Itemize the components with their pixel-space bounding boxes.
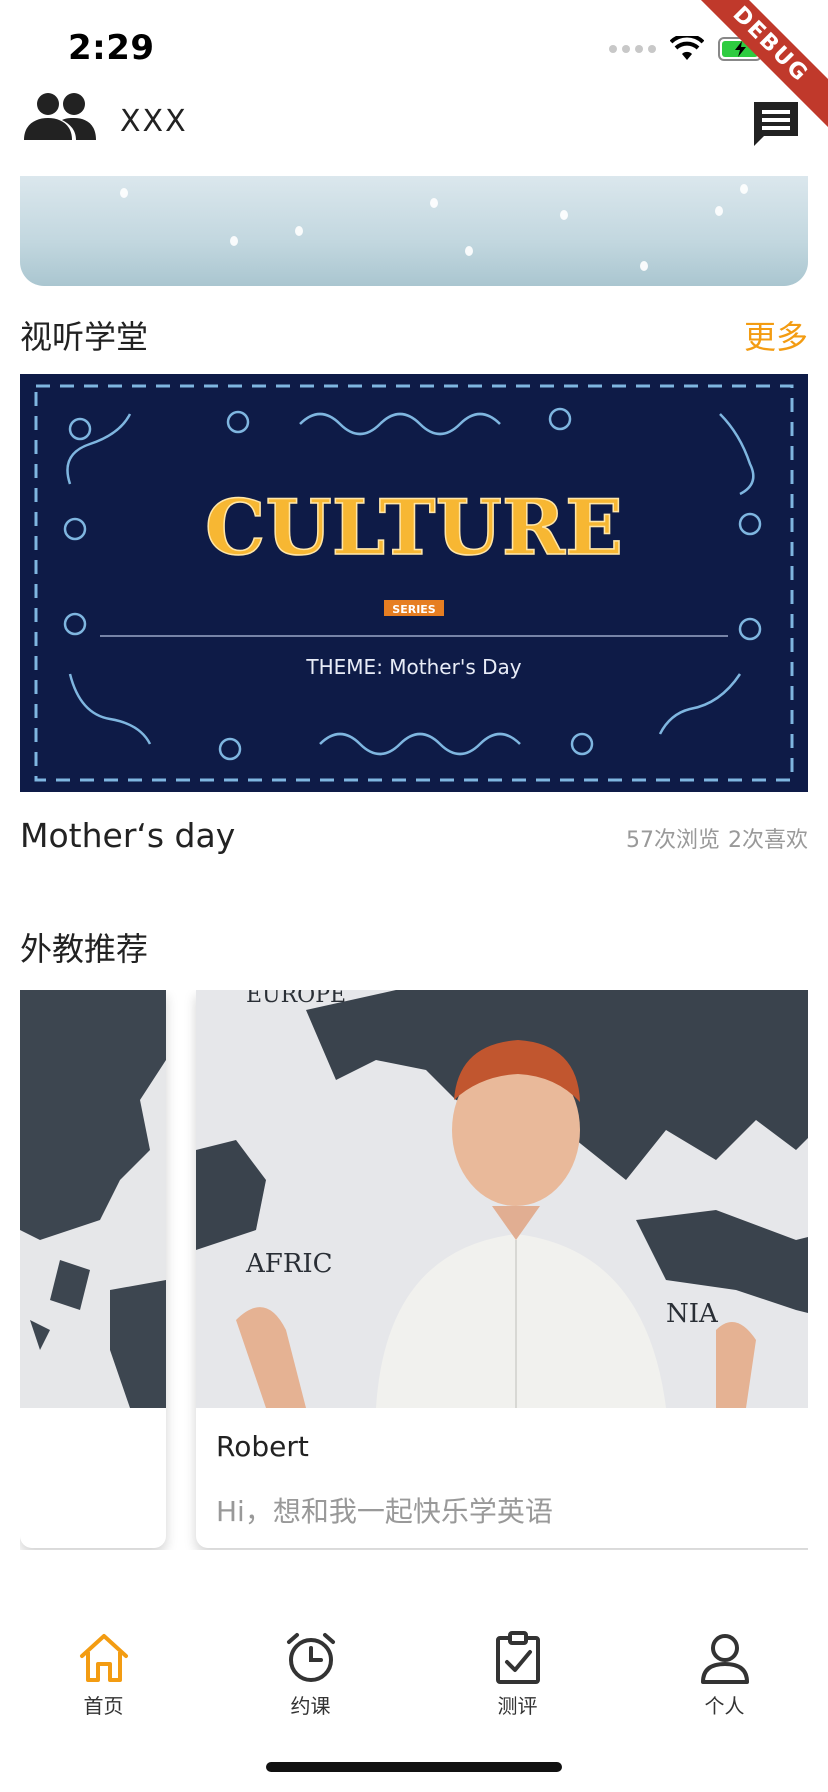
thumbnail-heading: CULTURE [205, 483, 623, 572]
alarm-clock-icon [286, 1633, 335, 1682]
teacher-carousel[interactable]: EUROPE AFRIC NIA Robert Hi，想和我一起快乐学英语 [20, 990, 808, 1550]
header-title: XXX [120, 104, 188, 139]
home-icon [79, 1634, 128, 1682]
tab-assessment[interactable]: 测评 [414, 1630, 621, 1740]
map-label-europe: EUROPE [246, 990, 346, 1008]
teacher-photo [20, 990, 166, 1408]
video-title[interactable]: Mother‘s day [20, 816, 235, 855]
status-time: 2:29 [68, 28, 155, 68]
thumbnail-theme: THEME: Mother's Day [305, 655, 521, 679]
teacher-greeting: Hi，想和我一起快乐学英语 [216, 1495, 553, 1528]
app-header: XXX [0, 90, 828, 174]
section-title-listening: 视听学堂 [20, 318, 149, 356]
teacher-card-partial[interactable] [20, 990, 166, 1548]
message-icon[interactable] [750, 98, 802, 154]
bottom-nav: 首页 约课 测评 个人 [0, 1630, 828, 1740]
tab-profile[interactable]: 个人 [621, 1630, 828, 1740]
thumbnail-tag: SERIES [392, 603, 436, 616]
home-indicator [266, 1762, 562, 1772]
wifi-icon [670, 36, 704, 60]
video-thumbnail[interactable]: CULTURE SERIES THEME: Mother's Day [20, 374, 808, 792]
person-icon [700, 1634, 749, 1684]
video-views: 57次浏览 [626, 828, 720, 853]
tab-schedule-label: 约课 [290, 1694, 331, 1718]
video-stats: 57次浏览 2次喜欢 [626, 822, 808, 854]
teacher-name: Robert [216, 1430, 309, 1463]
tab-assessment-label: 测评 [497, 1694, 538, 1718]
tab-home[interactable]: 首页 [0, 1630, 207, 1740]
clipboard-check-icon [495, 1631, 540, 1684]
tab-home-label: 首页 [83, 1694, 124, 1718]
more-link[interactable]: 更多 [744, 312, 808, 358]
tab-schedule[interactable]: 约课 [207, 1630, 414, 1740]
map-label-africa: AFRIC [245, 1249, 333, 1279]
video-likes: 2次喜欢 [728, 828, 808, 853]
tab-profile-label: 个人 [704, 1694, 745, 1718]
teacher-photo: EUROPE AFRIC NIA [196, 990, 808, 1408]
signal-icon [609, 45, 656, 53]
section-title-teachers: 外教推荐 [20, 930, 149, 968]
banner-carousel[interactable] [20, 176, 808, 286]
people-icon[interactable] [22, 90, 98, 146]
status-bar: 2:29 DEBUG [0, 0, 828, 142]
map-label-oceania: NIA [666, 1299, 719, 1329]
teacher-card[interactable]: EUROPE AFRIC NIA Robert Hi，想和我一起快乐学英语 [196, 990, 808, 1548]
